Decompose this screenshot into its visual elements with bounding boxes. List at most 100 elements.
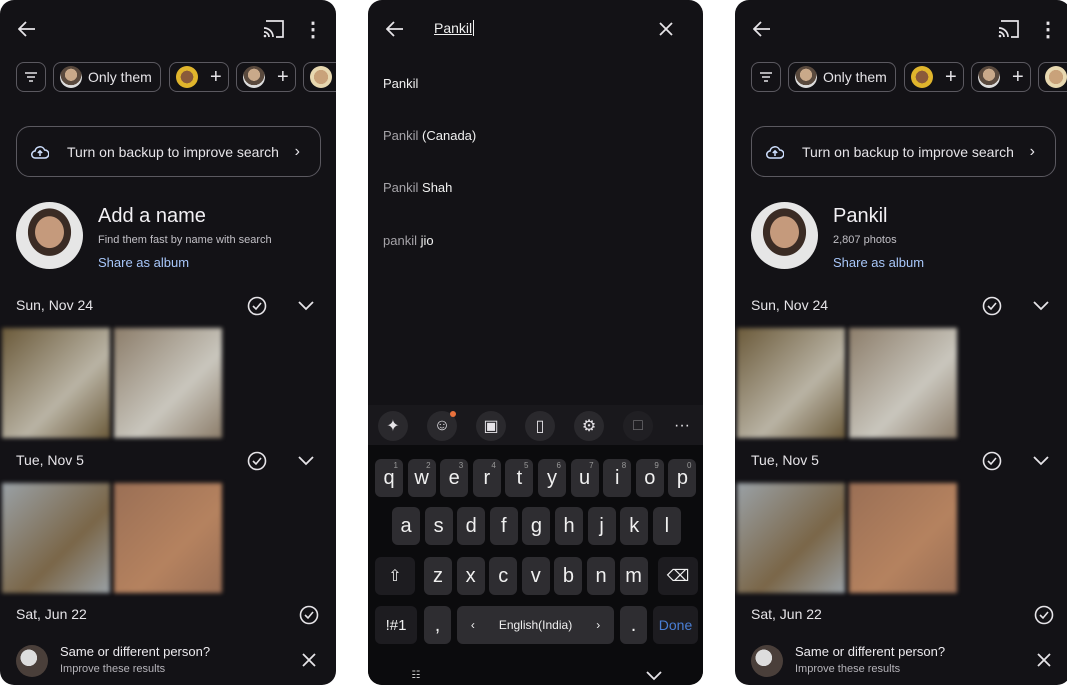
key-f[interactable]: f <box>489 507 518 545</box>
suggestion-prefix: pankil <box>383 233 417 248</box>
comma-key[interactable]: , <box>424 606 451 644</box>
symbols-key[interactable]: !#1 <box>375 606 417 644</box>
add-person-chip[interactable]: + <box>169 62 229 92</box>
key-e[interactable]: e3 <box>440 459 469 497</box>
cast-icon[interactable] <box>997 19 1021 39</box>
language-next-icon: › <box>596 618 601 632</box>
more-tools-icon[interactable]: ··· <box>670 416 694 436</box>
back-arrow-icon[interactable] <box>16 19 38 39</box>
keyboard-switch-icon[interactable]: ☷ <box>406 668 426 682</box>
chip-label: Only them <box>88 69 152 85</box>
dismiss-close-icon[interactable] <box>300 651 318 669</box>
key-y[interactable]: y6 <box>538 459 566 497</box>
share-as-album-link[interactable]: Share as album <box>98 255 189 270</box>
collapse-chevron-icon[interactable] <box>296 451 316 471</box>
photo-thumbnail[interactable] <box>2 483 110 593</box>
done-key[interactable]: Done <box>653 606 698 644</box>
back-arrow-icon[interactable] <box>751 19 773 39</box>
key-p[interactable]: p0 <box>668 459 697 497</box>
photo-thumbnail[interactable] <box>2 328 110 438</box>
key-g[interactable]: g <box>522 507 551 545</box>
search-suggestion[interactable]: Pankil <box>383 76 418 91</box>
shift-key[interactable]: ⇧ <box>375 557 415 595</box>
filter-button[interactable] <box>751 62 781 92</box>
key-b[interactable]: b <box>554 557 583 595</box>
select-all-check-icon[interactable] <box>246 295 268 317</box>
backup-banner[interactable]: Turn on backup to improve search › <box>16 126 321 177</box>
add-person-chip[interactable]: + <box>904 62 964 92</box>
clear-search-icon[interactable] <box>658 21 674 37</box>
collapse-chevron-icon[interactable] <box>1031 296 1051 316</box>
photo-thumbnail[interactable] <box>737 328 845 438</box>
photo-thumbnail[interactable] <box>114 328 222 438</box>
key-j[interactable]: j <box>587 507 616 545</box>
more-options-icon[interactable]: ⋮ <box>303 19 323 41</box>
prompt-avatar <box>751 645 783 677</box>
name-search-panel: Pankil Pankil Pankil (Canada) Pankil Shah pa… <box>368 0 703 685</box>
key-c[interactable]: c <box>489 557 518 595</box>
select-all-check-icon[interactable] <box>298 604 320 626</box>
key-k[interactable]: k <box>620 507 649 545</box>
key-number-hint: 2 <box>426 461 431 470</box>
key-h[interactable]: h <box>555 507 583 545</box>
avatar <box>176 66 198 88</box>
add-person-chip[interactable]: + <box>971 62 1031 92</box>
key-z[interactable]: z <box>424 557 452 595</box>
back-arrow-icon[interactable] <box>384 19 406 39</box>
key-s[interactable]: s <box>424 507 453 545</box>
select-all-check-icon[interactable] <box>1033 604 1055 626</box>
key-n[interactable]: n <box>587 557 615 595</box>
add-person-chip[interactable] <box>1038 62 1067 92</box>
add-person-chip[interactable] <box>303 62 336 92</box>
key-q[interactable]: q1 <box>375 459 403 497</box>
settings-gear-icon[interactable]: ⚙ <box>574 411 604 441</box>
only-them-chip[interactable]: Only them <box>53 62 161 92</box>
collapse-chevron-icon[interactable] <box>1031 451 1051 471</box>
key-label: r <box>483 466 491 489</box>
clipboard-icon[interactable]: ▯ <box>525 411 555 441</box>
key-d[interactable]: d <box>457 507 486 545</box>
key-o[interactable]: o9 <box>635 459 664 497</box>
dismiss-close-icon[interactable] <box>1035 651 1053 669</box>
photo-thumbnail[interactable] <box>114 483 222 593</box>
add-person-chip[interactable]: + <box>236 62 296 92</box>
key-label: b <box>562 564 574 587</box>
key-a[interactable]: a <box>392 507 420 545</box>
person-face-avatar[interactable] <box>751 202 818 269</box>
person-name[interactable]: Add a name <box>98 205 206 228</box>
key-v[interactable]: v <box>521 557 550 595</box>
photo-thumbnail[interactable] <box>849 328 957 438</box>
filter-button[interactable] <box>16 62 46 92</box>
collapse-chevron-icon[interactable] <box>296 296 316 316</box>
share-as-album-link[interactable]: Share as album <box>833 255 924 270</box>
spacebar-language[interactable]: ‹ English(India) › <box>457 606 614 644</box>
select-all-check-icon[interactable] <box>981 295 1003 317</box>
search-suggestion[interactable]: Pankil (Canada) <box>383 128 476 143</box>
backspace-key[interactable]: ⌫ <box>658 557 698 595</box>
key-u[interactable]: u7 <box>570 459 599 497</box>
photo-thumbnail[interactable] <box>849 483 957 593</box>
key-l[interactable]: l <box>652 507 681 545</box>
backup-banner[interactable]: Turn on backup to improve search › <box>751 126 1056 177</box>
key-m[interactable]: m <box>619 557 648 595</box>
hide-keyboard-chevron-icon[interactable] <box>644 670 664 682</box>
person-face-avatar[interactable] <box>16 202 83 269</box>
key-t[interactable]: t5 <box>505 459 534 497</box>
key-r[interactable]: r4 <box>472 459 501 497</box>
photo-thumbnail[interactable] <box>737 483 845 593</box>
key-x[interactable]: x <box>456 557 485 595</box>
translate-icon[interactable]: ▣ <box>476 411 506 441</box>
only-them-chip[interactable]: Only them <box>788 62 896 92</box>
ai-sparkle-icon[interactable]: ✦ <box>378 411 408 441</box>
select-all-check-icon[interactable] <box>246 450 268 472</box>
search-suggestion[interactable]: Pankil Shah <box>383 180 452 195</box>
more-options-icon[interactable]: ⋮ <box>1038 19 1058 41</box>
mode-switch-icon[interactable]: □ <box>623 411 653 441</box>
search-input[interactable]: Pankil <box>434 20 475 36</box>
cast-icon[interactable] <box>262 19 286 39</box>
search-suggestion[interactable]: pankil jio <box>383 233 434 248</box>
key-w[interactable]: w2 <box>407 459 436 497</box>
select-all-check-icon[interactable] <box>981 450 1003 472</box>
key-i[interactable]: i8 <box>603 459 632 497</box>
period-key[interactable]: . <box>620 606 647 644</box>
